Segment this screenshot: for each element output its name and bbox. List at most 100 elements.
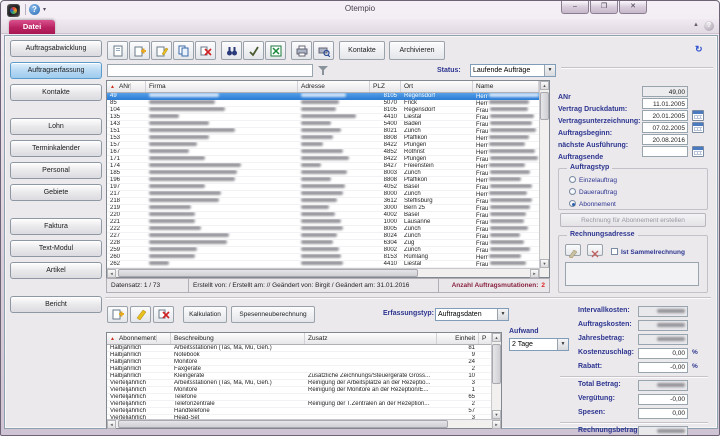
- table-row[interactable]: 1718422PfungenFrau: [107, 156, 539, 163]
- radio-abonnement[interactable]: Abonnement: [569, 200, 616, 209]
- table-row[interactable]: 855070FrickHerr: [107, 100, 539, 107]
- table-row[interactable]: 1048105RegensdorfFrau: [107, 107, 539, 114]
- archivieren-button[interactable]: Archivieren: [389, 41, 445, 60]
- naechste-ausfuehrung-field[interactable]: [642, 134, 688, 145]
- table-row[interactable]: 2193000Bern 25Frau: [107, 205, 539, 212]
- scroll-down-icon[interactable]: ▼: [492, 410, 501, 419]
- scroll-left-icon[interactable]: ◄: [107, 269, 116, 278]
- radio-einzelauftrag[interactable]: Einzelauftrag: [569, 176, 617, 185]
- sidebar-item-terminkalender[interactable]: Terminkalender: [10, 140, 102, 157]
- spesenneuberechnung-button[interactable]: Spesenneuberechnung: [231, 306, 315, 323]
- sidebar-item-lohn[interactable]: Lohn: [10, 118, 102, 135]
- delete-address-button[interactable]: [587, 244, 603, 256]
- scroll-right-icon[interactable]: ►: [492, 420, 501, 429]
- table-row[interactable]: VierteljährlichMonitoreReinigung der Mon…: [107, 387, 491, 394]
- scroll-left-icon[interactable]: ◄: [107, 420, 116, 429]
- totals-field[interactable]: [638, 380, 688, 391]
- positions-vscrollbar[interactable]: ▲ ▼: [491, 333, 501, 419]
- maximize-button[interactable]: ❐: [590, 1, 618, 14]
- table-row[interactable]: HalbjährlichFaxgeräte2: [107, 366, 491, 373]
- calendar-icon[interactable]: [692, 122, 704, 133]
- sidebar-item-personal[interactable]: Personal: [10, 162, 102, 179]
- copy-record-button[interactable]: [173, 41, 194, 60]
- scroll-down-icon[interactable]: ▼: [540, 259, 549, 268]
- totals-field[interactable]: -0,00: [638, 362, 688, 373]
- auftragsbeginn-field[interactable]: [642, 122, 688, 133]
- ribbon-help-icon[interactable]: ?: [704, 21, 714, 31]
- table-row[interactable]: 1858003ZürichFrau: [107, 170, 539, 177]
- table-row[interactable]: 2608153RümlangHerr: [107, 254, 539, 261]
- table-row[interactable]: VierteljährlichArbeitsstationen (Tas, Ma…: [107, 380, 491, 387]
- add-record-button[interactable]: [129, 41, 150, 60]
- scroll-thumb[interactable]: [118, 269, 418, 277]
- filter-funnel-icon[interactable]: [318, 66, 328, 76]
- sidebar-item-auftragsabwicklung[interactable]: Auftragsabwicklung: [10, 40, 102, 57]
- erfassungstyp-dropdown[interactable]: Auftragsdaten ▼: [435, 308, 509, 321]
- totals-field[interactable]: [638, 334, 688, 345]
- invoice-address-box[interactable]: [565, 262, 699, 286]
- totals-field[interactable]: 0,00: [638, 408, 688, 419]
- create-invoice-button[interactable]: Rechnung für Abonnement erstellen: [560, 213, 706, 227]
- table-row[interactable]: 2178000ZürichHerr: [107, 191, 539, 198]
- table-row[interactable]: 1354410LiestalFrau: [107, 114, 539, 121]
- scroll-thumb[interactable]: [492, 344, 501, 384]
- edit-address-button[interactable]: [565, 244, 581, 256]
- table-row[interactable]: VierteljährlichTelefone65: [107, 394, 491, 401]
- calendar-icon[interactable]: [692, 110, 704, 121]
- table-row[interactable]: 1518021ZürichFrau: [107, 128, 539, 135]
- table-row[interactable]: HalbjährlichNotebook9: [107, 352, 491, 359]
- scroll-thumb[interactable]: [540, 92, 549, 120]
- auftragsende-field[interactable]: [642, 146, 688, 157]
- table-row[interactable]: 2211000LausanneFrau: [107, 219, 539, 226]
- close-button[interactable]: ✕: [619, 1, 647, 14]
- scroll-right-icon[interactable]: ►: [530, 269, 539, 278]
- table-row[interactable]: 1748427FreiensteinHerr: [107, 163, 539, 170]
- totals-field[interactable]: [638, 426, 688, 436]
- orders-hscrollbar[interactable]: ◄ ►: [107, 268, 539, 277]
- edit-record-button[interactable]: [151, 41, 172, 60]
- table-row[interactable]: 1578422PfungenHerr: [107, 142, 539, 149]
- table-row[interactable]: 2228005ZürichFrau: [107, 226, 539, 233]
- table-row[interactable]: 498105RegensdorfHerr: [107, 93, 539, 100]
- radio-dauerauftrag[interactable]: Dauerauftrag: [569, 188, 617, 197]
- status-dropdown[interactable]: Laufende Aufträge ▼: [470, 64, 556, 77]
- add-position-button[interactable]: [107, 306, 128, 323]
- scroll-up-icon[interactable]: ▲: [492, 333, 501, 342]
- unterzeichnung-field[interactable]: [642, 110, 688, 121]
- table-row[interactable]: 1968808PfäffikonHerr: [107, 177, 539, 184]
- ribbon-minimize-icon[interactable]: ▲: [693, 22, 699, 28]
- table-row[interactable]: 1974052BaselFrau: [107, 184, 539, 191]
- sidebar-item-kontakte[interactable]: Kontakte: [10, 84, 102, 101]
- minimize-button[interactable]: –: [561, 1, 589, 14]
- totals-field[interactable]: [638, 306, 688, 317]
- refresh-icon[interactable]: ↻: [695, 44, 703, 55]
- kalkulation-button[interactable]: Kalkulation: [183, 306, 227, 323]
- sammelrechnung-checkbox[interactable]: Ist Sammelrechnung: [611, 248, 685, 256]
- table-row[interactable]: 1435400BadenFrau: [107, 121, 539, 128]
- table-row[interactable]: 2278024ZürichFrau: [107, 233, 539, 240]
- table-row[interactable]: 2598002ZürichFrau: [107, 247, 539, 254]
- totals-field[interactable]: -0,00: [638, 394, 688, 405]
- sidebar-item-faktura[interactable]: Faktura: [10, 218, 102, 235]
- table-row[interactable]: HalbjährlichKleingeräteZusätzliche Zeich…: [107, 373, 491, 380]
- table-row[interactable]: 2183612SteffisburgFrau: [107, 198, 539, 205]
- table-row[interactable]: 2286304ZugFrau: [107, 240, 539, 247]
- positions-header[interactable]: ▲Abonnement Beschreibung Zusatz Einheit …: [107, 333, 491, 345]
- druckdatum-field[interactable]: [642, 98, 688, 109]
- delete-position-button[interactable]: [153, 306, 174, 323]
- sidebar-item-auftragserfassung[interactable]: Auftragserfassung: [10, 62, 102, 79]
- sidebar-item-bericht[interactable]: Bericht: [10, 296, 102, 313]
- table-row[interactable]: HalbjährlichMonitore24: [107, 359, 491, 366]
- table-row[interactable]: 1674852RothristHerr: [107, 149, 539, 156]
- search-input[interactable]: [107, 64, 313, 77]
- sidebar-item-text-modul[interactable]: Text-Modul: [10, 240, 102, 257]
- calendar-icon[interactable]: [692, 146, 704, 157]
- table-row[interactable]: 2624410LiestalFrau: [107, 261, 539, 268]
- edit-position-button[interactable]: [130, 306, 151, 323]
- delete-record-button[interactable]: [195, 41, 216, 60]
- scroll-up-icon[interactable]: ▲: [540, 81, 549, 90]
- totals-field[interactable]: 0,00: [638, 348, 688, 359]
- print-preview-button[interactable]: [313, 41, 334, 60]
- orders-vscrollbar[interactable]: ▲ ▼: [539, 81, 549, 277]
- excel-export-button[interactable]: [265, 41, 286, 60]
